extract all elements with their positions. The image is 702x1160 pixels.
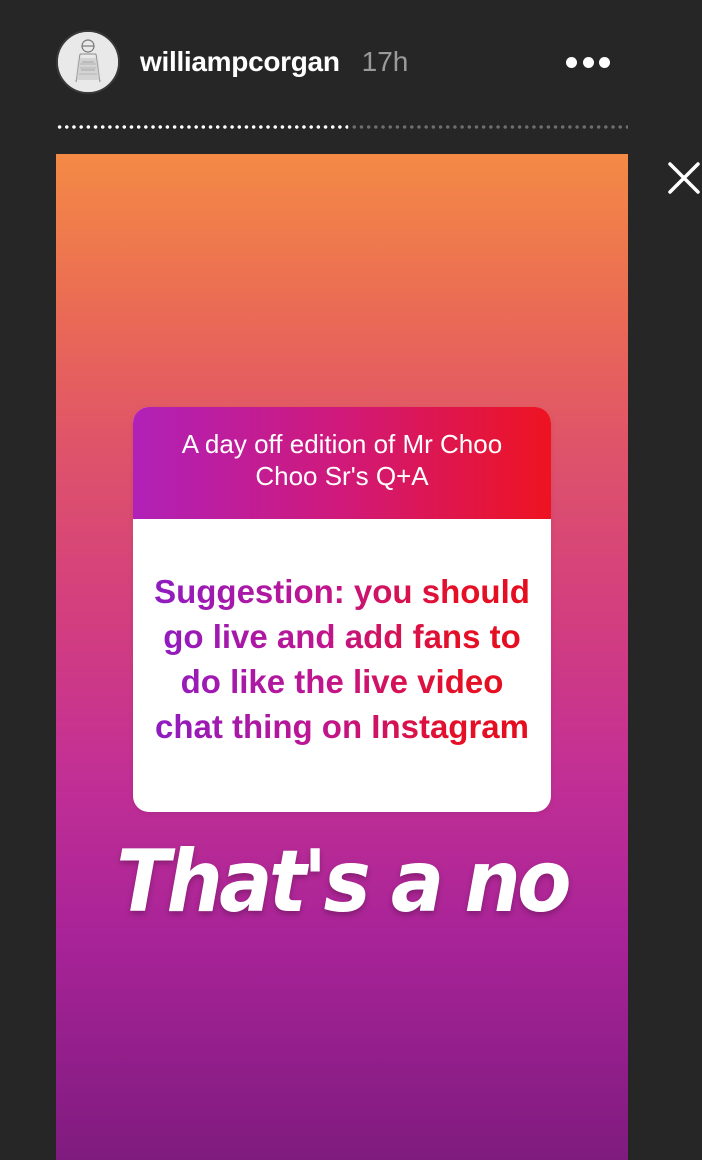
- avatar-sketch-icon: [58, 32, 118, 92]
- story-header: williampcorgan 17h: [56, 30, 628, 94]
- story-viewer: williampcorgan 17h A day off edition of …: [0, 0, 702, 1160]
- close-icon[interactable]: [666, 160, 702, 196]
- story-content[interactable]: A day off edition of Mr Choo Choo Sr's Q…: [56, 154, 628, 1160]
- story-progress-fill: [56, 125, 348, 129]
- question-sticker-header: A day off edition of Mr Choo Choo Sr's Q…: [133, 407, 551, 519]
- avatar[interactable]: [56, 30, 120, 94]
- more-dot: [599, 56, 610, 68]
- username[interactable]: williampcorgan: [140, 46, 340, 78]
- story-timestamp: 17h: [361, 46, 409, 77]
- more-options-icon[interactable]: [566, 50, 610, 74]
- question-sticker: A day off edition of Mr Choo Choo Sr's Q…: [133, 407, 551, 812]
- question-sticker-body: Suggestion: you should go live and add f…: [133, 519, 551, 812]
- more-dot: [582, 56, 594, 68]
- answer-text: That's a no: [116, 832, 571, 932]
- question-sticker-prompt: A day off edition of Mr Choo Choo Sr's Q…: [181, 429, 503, 491]
- more-dot: [566, 56, 577, 68]
- question-sticker-question: Suggestion: you should go live and add f…: [153, 569, 531, 749]
- story-progress-bar: [56, 125, 628, 129]
